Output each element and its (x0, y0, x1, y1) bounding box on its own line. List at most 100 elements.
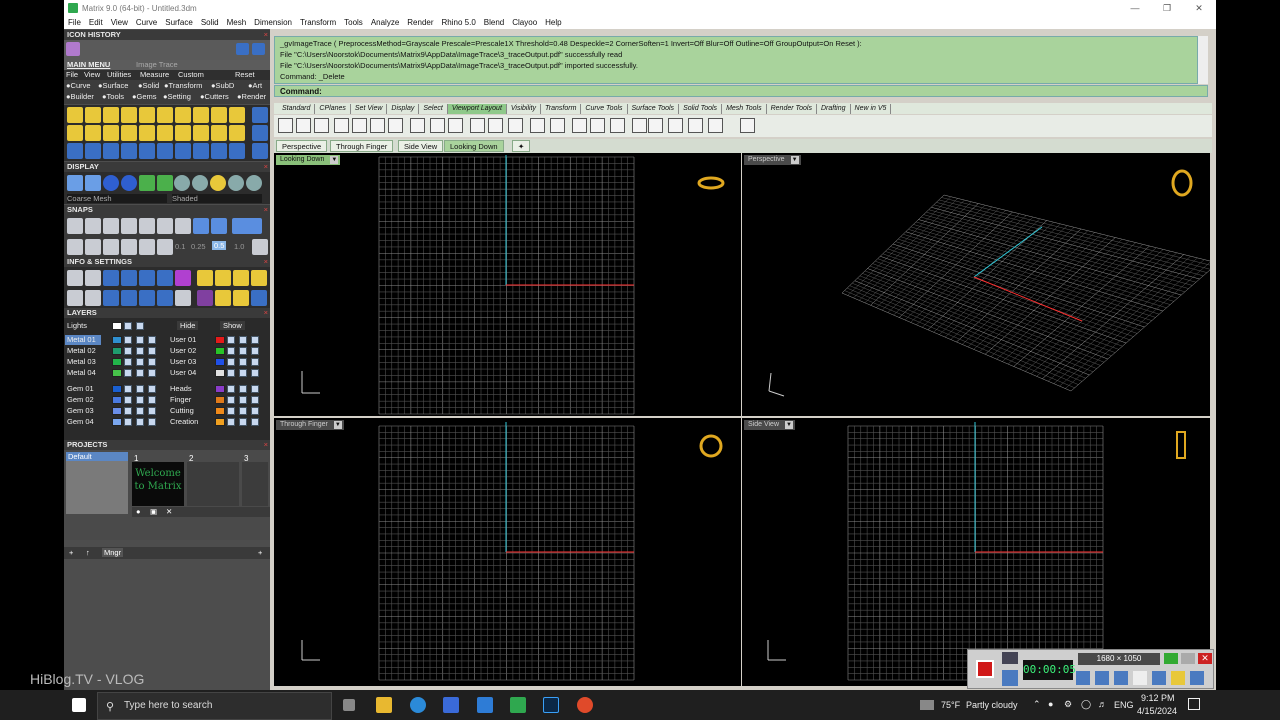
volume-icon[interactable]: ♬ (1098, 699, 1107, 709)
pause-icon[interactable] (1002, 670, 1018, 686)
split-tool-icon[interactable] (193, 125, 209, 141)
layer-toggle[interactable] (148, 407, 156, 415)
snap-center-icon[interactable] (139, 218, 155, 234)
layer-toggle[interactable] (251, 358, 259, 366)
viewport-bottom-right[interactable]: Side View ▼ (742, 418, 1210, 686)
layer-toggle[interactable] (239, 358, 247, 366)
lights-lock-toggle[interactable] (136, 322, 144, 330)
tooltab-mesh-tools[interactable]: Mesh Tools (722, 103, 767, 114)
explode-tool-icon[interactable] (157, 125, 173, 141)
layer-color-swatch[interactable] (215, 347, 225, 355)
line-tool-icon[interactable] (67, 107, 83, 123)
close-icon[interactable]: × (264, 30, 268, 40)
close-icon[interactable]: × (264, 205, 268, 215)
layer-toggle[interactable] (136, 418, 144, 426)
viewport-view4-icon[interactable] (648, 118, 663, 133)
group-icon[interactable] (67, 290, 83, 306)
layer-toggle[interactable] (251, 396, 259, 404)
photoshop-icon[interactable] (543, 697, 559, 713)
layer-toggle[interactable] (227, 385, 235, 393)
project-save-icon[interactable]: ▣ (150, 507, 157, 516)
viewport-view2-icon[interactable] (610, 118, 625, 133)
arrow-right-icon[interactable] (252, 43, 265, 55)
viewport-view6-icon[interactable] (688, 118, 703, 133)
viewport-rotate-icon[interactable] (488, 118, 503, 133)
snap-int-icon[interactable] (157, 218, 173, 234)
layer-color-swatch[interactable] (112, 336, 122, 344)
viewport-top-right[interactable]: Perspective ▼ (742, 153, 1210, 416)
ellipse-tool-icon[interactable] (157, 107, 173, 123)
menu-mesh[interactable]: Mesh (227, 18, 247, 27)
layer-color-swatch[interactable] (215, 336, 225, 344)
layer-color-swatch[interactable] (112, 418, 122, 426)
lock-icon[interactable] (121, 290, 137, 306)
shaded-icon[interactable] (85, 175, 101, 191)
viewport-label-perspective[interactable]: Perspective ▼ (744, 155, 801, 165)
expand-icon[interactable] (252, 125, 268, 141)
camera-icon[interactable] (157, 270, 173, 286)
tooltab-curve-tools[interactable]: Curve Tools (581, 103, 628, 114)
properties-icon[interactable] (67, 270, 83, 286)
fullscreen-icon[interactable] (1164, 653, 1178, 664)
clock-time[interactable]: 9:12 PM (1141, 693, 1175, 703)
show-button[interactable]: Show (220, 321, 245, 330)
layer-name[interactable]: Metal 01 (65, 335, 101, 345)
layer-color-swatch[interactable] (215, 407, 225, 415)
block-icon[interactable] (85, 290, 101, 306)
submenu-view[interactable]: View (84, 70, 100, 79)
copy-tool-icon[interactable] (157, 143, 173, 159)
layer-color-swatch[interactable] (112, 347, 122, 355)
weather-temp[interactable]: 75°F (941, 700, 960, 710)
layer-name[interactable]: User 03 (168, 357, 204, 367)
tooltab-new-in-v5[interactable]: New in V5 (851, 103, 892, 114)
layer-toggle[interactable] (124, 336, 132, 344)
layers-settings-icon[interactable] (103, 270, 119, 286)
viewport-print-icon[interactable] (572, 118, 587, 133)
layer-toggle[interactable] (136, 396, 144, 404)
menu-rhino[interactable]: Rhino 5.0 (442, 18, 476, 27)
windows-start-icon[interactable] (72, 698, 86, 712)
texture-icon[interactable] (215, 270, 231, 286)
points-tool-icon[interactable] (67, 143, 83, 159)
gumball-snap-icon[interactable] (157, 239, 173, 255)
layer-name[interactable]: User 01 (168, 335, 204, 345)
minimize-recorder-icon[interactable] (1181, 653, 1195, 664)
mic-icon[interactable] (1095, 671, 1109, 685)
rectangle-tool-icon[interactable] (121, 107, 137, 123)
cat-art[interactable]: ●Art (248, 81, 262, 90)
layer-color-swatch[interactable] (112, 407, 122, 415)
cursor-icon[interactable] (1133, 671, 1147, 685)
menu-analyze[interactable]: Analyze (371, 18, 399, 27)
layer-toggle[interactable] (148, 396, 156, 404)
white-gold-icon[interactable] (228, 175, 244, 191)
open-icon[interactable] (139, 270, 155, 286)
arrow-left-icon[interactable] (236, 43, 249, 55)
join-tool-icon[interactable] (139, 125, 155, 141)
technical-icon[interactable] (157, 175, 173, 191)
menu-blend[interactable]: Blend (484, 18, 504, 27)
viewport-three-icon[interactable] (334, 118, 349, 133)
vp-tab-looking-down[interactable]: Looking Down (444, 140, 504, 152)
layer-toggle[interactable] (148, 385, 156, 393)
edge-icon[interactable] (410, 697, 426, 713)
matrix-taskbar-icon[interactable] (510, 697, 526, 713)
rotate-tool-icon[interactable] (175, 143, 191, 159)
gold-icon[interactable] (210, 175, 226, 191)
rose-gold-icon[interactable] (246, 175, 262, 191)
chamfer-tool-icon[interactable] (121, 125, 137, 141)
mesh-mode-select[interactable]: Coarse Mesh (67, 194, 167, 203)
layer-toggle[interactable] (227, 396, 235, 404)
cat-curve[interactable]: ●Curve (66, 81, 91, 90)
viewport-top-left[interactable]: Looking Down ▼ (274, 153, 741, 416)
layer-toggle[interactable] (227, 358, 235, 366)
snap-value-025[interactable]: 0.25 (191, 242, 206, 251)
layer-toggle[interactable] (124, 385, 132, 393)
menu-tools[interactable]: Tools (344, 18, 363, 27)
viewport-props-icon[interactable] (530, 118, 545, 133)
menu-edit[interactable]: Edit (89, 18, 103, 27)
snap-mid-icon[interactable] (121, 218, 137, 234)
layer-color-swatch[interactable] (112, 396, 122, 404)
layer-name[interactable]: Gem 04 (65, 417, 101, 427)
menu-solid[interactable]: Solid (201, 18, 219, 27)
recorder-taskbar-icon[interactable] (577, 697, 593, 713)
